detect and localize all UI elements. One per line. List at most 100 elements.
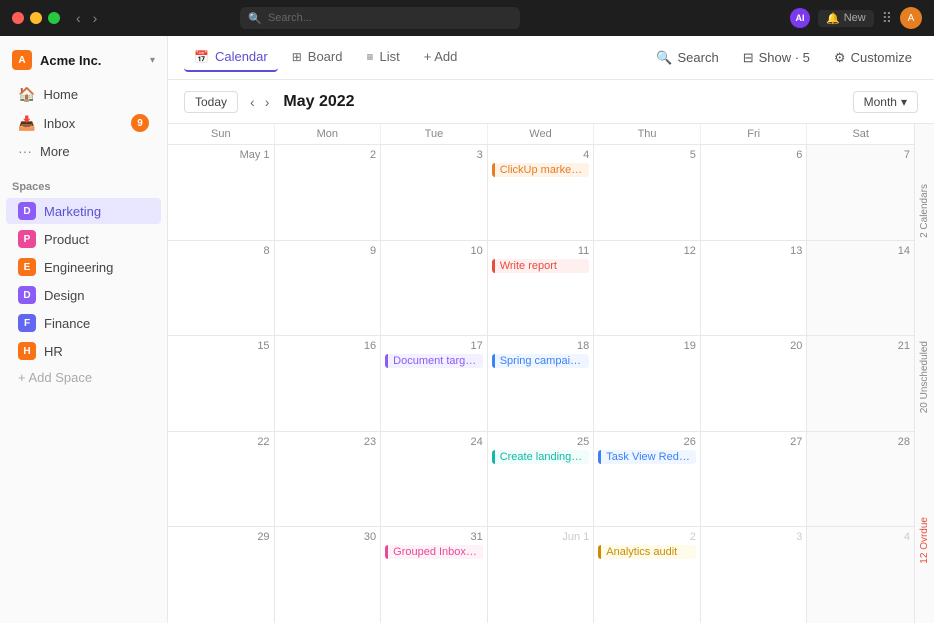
cell-date: 3: [705, 531, 803, 543]
calendar-event[interactable]: Grouped Inbox Comments: [385, 545, 483, 559]
cell-date: 20: [705, 340, 803, 352]
calendar-cell[interactable]: 27: [701, 432, 808, 527]
calendar-cell[interactable]: 11 Write report: [488, 241, 595, 336]
calendar-cell[interactable]: 20: [701, 336, 808, 431]
calendar-cell[interactable]: 9: [275, 241, 382, 336]
calendar-cell[interactable]: 13: [701, 241, 808, 336]
maximize-dot[interactable]: [48, 12, 60, 24]
tab-board[interactable]: ⊞ Board: [282, 43, 353, 72]
ai-badge[interactable]: AI: [790, 8, 810, 28]
space-item-marketing[interactable]: D Marketing: [6, 198, 161, 224]
today-button[interactable]: Today: [184, 91, 238, 113]
calendar-event[interactable]: Create landing page: [492, 450, 590, 464]
month-label: Month: [864, 95, 897, 109]
space-item-hr[interactable]: H HR: [6, 338, 161, 364]
calendar-cell[interactable]: 17Document target users: [381, 336, 488, 431]
close-dot[interactable]: [12, 12, 24, 24]
calendar-event[interactable]: Task View Redesign: [598, 450, 696, 464]
sidebar: A Acme Inc. ▾ 🏠 Home 📥 Inbox 9 ··· More …: [0, 36, 168, 623]
calendar-cell[interactable]: 14: [807, 241, 914, 336]
search-icon: 🔍: [656, 50, 672, 66]
avatar[interactable]: A: [900, 7, 922, 29]
window-controls: [12, 12, 60, 24]
calendar-cell[interactable]: 26Task View Redesign: [594, 432, 701, 527]
apps-icon[interactable]: ⠿: [882, 10, 892, 27]
space-item-product[interactable]: P Product: [6, 226, 161, 252]
calendar-cell[interactable]: 3: [701, 527, 808, 623]
search-bar[interactable]: 🔍 Search...: [240, 7, 520, 29]
customize-button[interactable]: ⚙ Customize: [828, 46, 918, 70]
cell-date: 21: [811, 340, 910, 352]
show-button[interactable]: ⊟ Show · 5: [737, 46, 816, 70]
calendar-cell[interactable]: 24: [381, 432, 488, 527]
back-button[interactable]: ‹: [72, 8, 85, 28]
calendar-cell[interactable]: May 1: [168, 145, 275, 240]
calendar-cell[interactable]: Jun 1: [488, 527, 595, 623]
sidebar-item-more[interactable]: ··· More: [6, 138, 161, 164]
calendar-cell[interactable]: 2Analytics audit: [594, 527, 701, 623]
next-month-button[interactable]: ›: [261, 92, 274, 112]
calendar-cell[interactable]: 31Grouped Inbox Comments: [381, 527, 488, 623]
calendars-label[interactable]: 2 Calendars: [919, 184, 930, 238]
calendar-event[interactable]: Write report: [492, 259, 590, 273]
calendar-cell[interactable]: 12: [594, 241, 701, 336]
calendar-cell[interactable]: 25Create landing page: [488, 432, 595, 527]
home-label: Home: [43, 87, 78, 102]
add-space-button[interactable]: + Add Space: [6, 366, 161, 389]
calendar-cell[interactable]: 16: [275, 336, 382, 431]
day-header-wed: Wed: [488, 124, 595, 144]
overdue-label[interactable]: 12 Ovrdue: [919, 517, 930, 564]
cell-date: 4: [492, 149, 590, 161]
calendar-cell[interactable]: 8: [168, 241, 275, 336]
calendar-cell[interactable]: 3: [381, 145, 488, 240]
calendar-cell[interactable]: 18Spring campaign image assets: [488, 336, 595, 431]
calendar-cell[interactable]: 23: [275, 432, 382, 527]
workspace-header[interactable]: A Acme Inc. ▾: [0, 44, 167, 76]
calendar-cell[interactable]: 21: [807, 336, 914, 431]
unscheduled-label[interactable]: 20 Unscheduled: [919, 341, 930, 413]
day-header-mon: Mon: [275, 124, 382, 144]
calendar-cell[interactable]: 5: [594, 145, 701, 240]
calendar-cell[interactable]: 4 ClickUp marketing plan: [488, 145, 595, 240]
bell-icon: 🔔: [826, 12, 840, 25]
calendar-cell[interactable]: 6: [701, 145, 808, 240]
space-item-design[interactable]: D Design: [6, 282, 161, 308]
space-item-finance[interactable]: F Finance: [6, 310, 161, 336]
calendar-cell[interactable]: 10: [381, 241, 488, 336]
calendar-cell[interactable]: 19: [594, 336, 701, 431]
calendar-event[interactable]: Document target users: [385, 354, 483, 368]
add-view-button[interactable]: + Add: [414, 43, 468, 72]
list-tab-label: List: [380, 49, 400, 64]
calendar-cell[interactable]: 22: [168, 432, 275, 527]
calendar-cell[interactable]: 29: [168, 527, 275, 623]
forward-button[interactable]: ›: [89, 8, 102, 28]
minimize-dot[interactable]: [30, 12, 42, 24]
tab-list[interactable]: ≡ List: [356, 43, 409, 72]
sidebar-item-home[interactable]: 🏠 Home: [6, 81, 161, 108]
add-view-label: + Add: [424, 49, 458, 64]
cell-date: 5: [598, 149, 696, 161]
search-button[interactable]: 🔍 Search: [650, 46, 724, 70]
sidebar-item-inbox[interactable]: 📥 Inbox 9: [6, 109, 161, 137]
calendar-event[interactable]: Analytics audit: [598, 545, 696, 559]
calendar-cell[interactable]: 30: [275, 527, 382, 623]
day-header-sat: Sat: [807, 124, 914, 144]
cell-date: 11: [492, 245, 590, 257]
calendar-cell[interactable]: 4: [807, 527, 914, 623]
new-button[interactable]: 🔔 New: [818, 10, 874, 27]
prev-month-button[interactable]: ‹: [246, 92, 259, 112]
month-title: May 2022: [283, 93, 354, 111]
tab-calendar[interactable]: 📅 Calendar: [184, 43, 278, 72]
space-item-engineering[interactable]: E Engineering: [6, 254, 161, 280]
calendar-cell[interactable]: 7: [807, 145, 914, 240]
month-view-button[interactable]: Month ▾: [853, 91, 918, 113]
calendar-cell[interactable]: 28: [807, 432, 914, 527]
calendar-cell[interactable]: 2: [275, 145, 382, 240]
cell-date: 22: [172, 436, 270, 448]
day-header-sun: Sun: [168, 124, 275, 144]
finance-label: Finance: [44, 316, 90, 331]
hr-label: HR: [44, 344, 63, 359]
calendar-event[interactable]: Spring campaign image assets: [492, 354, 590, 368]
calendar-event[interactable]: ClickUp marketing plan: [492, 163, 590, 177]
calendar-cell[interactable]: 15: [168, 336, 275, 431]
